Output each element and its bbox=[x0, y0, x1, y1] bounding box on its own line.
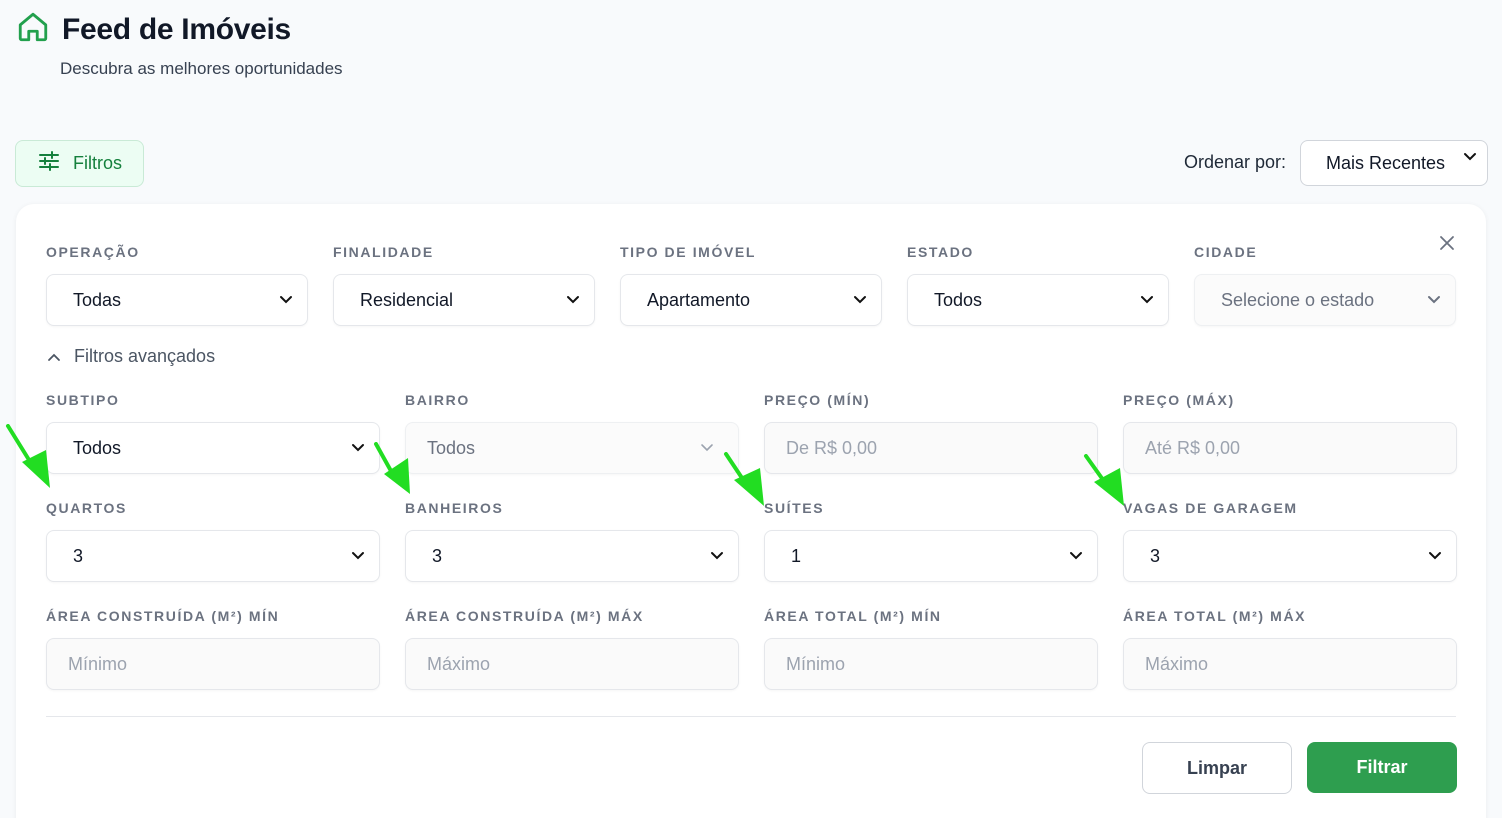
green-arrow-icon bbox=[724, 452, 764, 506]
finalidade-value: Residencial bbox=[360, 289, 454, 310]
filters-toggle-label: Filtros bbox=[73, 153, 122, 173]
banheiros-select[interactable]: 3 bbox=[405, 530, 739, 582]
area-total-max-placeholder: Máximo bbox=[1145, 653, 1209, 674]
area-total-min-input[interactable]: Mínimo bbox=[764, 638, 1098, 690]
sort-select[interactable]: Mais Recentes bbox=[1300, 140, 1488, 186]
operacao-value: Todas bbox=[73, 289, 122, 310]
panel-divider bbox=[46, 716, 1456, 717]
chevron-down-icon bbox=[352, 444, 364, 452]
cidade-label: CIDADE bbox=[1194, 244, 1258, 260]
tipo-label: TIPO DE IMÓVEL bbox=[620, 244, 756, 260]
bairro-value: Todos bbox=[427, 437, 476, 458]
advanced-filters-toggle[interactable]: Filtros avançados bbox=[46, 346, 215, 367]
home-icon bbox=[16, 10, 50, 49]
tipo-select[interactable]: Apartamento bbox=[620, 274, 882, 326]
cidade-select[interactable]: Selecione o estado bbox=[1194, 274, 1456, 326]
estado-value: Todos bbox=[934, 289, 983, 310]
chevron-down-icon bbox=[567, 296, 579, 304]
bairro-select[interactable]: Todos bbox=[405, 422, 739, 474]
close-icon[interactable] bbox=[1437, 233, 1457, 253]
area-construida-max-label: ÁREA CONSTRUÍDA (M²) MÁX bbox=[405, 608, 644, 624]
sliders-icon bbox=[37, 149, 61, 178]
filter-button[interactable]: Filtrar bbox=[1307, 742, 1457, 793]
estado-select[interactable]: Todos bbox=[907, 274, 1169, 326]
chevron-down-icon bbox=[1429, 552, 1441, 560]
subtipo-select[interactable]: Todos bbox=[46, 422, 380, 474]
quartos-select[interactable]: 3 bbox=[46, 530, 380, 582]
chevron-up-icon bbox=[48, 353, 60, 361]
preco-max-label: PREÇO (MÁX) bbox=[1123, 392, 1235, 408]
preco-max-placeholder: Até R$ 0,00 bbox=[1145, 437, 1241, 458]
subtipo-value: Todos bbox=[73, 437, 122, 458]
operacao-label: OPERAÇÃO bbox=[46, 244, 140, 260]
preco-min-placeholder: De R$ 0,00 bbox=[786, 437, 878, 458]
subtipo-label: SUBTIPO bbox=[46, 392, 120, 408]
operacao-select[interactable]: Todas bbox=[46, 274, 308, 326]
chevron-down-icon bbox=[1070, 552, 1082, 560]
area-construida-max-placeholder: Máximo bbox=[427, 653, 491, 674]
chevron-down-icon bbox=[1464, 153, 1476, 161]
tipo-value: Apartamento bbox=[647, 289, 751, 310]
page-header: Feed de Imóveis Descubra as melhores opo… bbox=[16, 10, 343, 79]
chevron-down-icon bbox=[280, 296, 292, 304]
area-total-min-label: ÁREA TOTAL (M²) MÍN bbox=[764, 608, 942, 624]
sort-label: Ordenar por: bbox=[1184, 152, 1287, 172]
preco-min-label: PREÇO (MÍN) bbox=[764, 392, 871, 408]
area-total-min-placeholder: Mínimo bbox=[786, 653, 846, 674]
green-arrow-icon bbox=[1084, 454, 1124, 506]
suites-value: 1 bbox=[791, 545, 802, 566]
quartos-label: QUARTOS bbox=[46, 500, 127, 516]
page-title: Feed de Imóveis bbox=[62, 12, 291, 46]
vagas-value: 3 bbox=[1150, 545, 1161, 566]
finalidade-select[interactable]: Residencial bbox=[333, 274, 595, 326]
filters-toggle-button[interactable]: Filtros bbox=[15, 140, 144, 187]
area-construida-min-label: ÁREA CONSTRUÍDA (M²) MÍN bbox=[46, 608, 280, 624]
suites-select[interactable]: 1 bbox=[764, 530, 1098, 582]
chevron-down-icon bbox=[711, 552, 723, 560]
chevron-down-icon bbox=[1141, 296, 1153, 304]
advanced-filters-label: Filtros avançados bbox=[74, 346, 216, 366]
bairro-label: BAIRRO bbox=[405, 392, 470, 408]
quartos-value: 3 bbox=[73, 545, 84, 566]
sort-select-value: Mais Recentes bbox=[1326, 152, 1446, 173]
chevron-down-icon bbox=[854, 296, 866, 304]
finalidade-label: FINALIDADE bbox=[333, 244, 434, 260]
banheiros-value: 3 bbox=[432, 545, 443, 566]
green-arrow-icon bbox=[6, 424, 50, 488]
vagas-label: VAGAS DE GARAGEM bbox=[1123, 500, 1298, 516]
chevron-down-icon bbox=[701, 444, 713, 452]
chevron-down-icon bbox=[1428, 296, 1440, 304]
vagas-select[interactable]: 3 bbox=[1123, 530, 1457, 582]
estado-label: ESTADO bbox=[907, 244, 974, 260]
area-total-max-input[interactable]: Máximo bbox=[1123, 638, 1457, 690]
clear-button[interactable]: Limpar bbox=[1142, 742, 1292, 794]
page-subtitle: Descubra as melhores oportunidades bbox=[60, 59, 343, 78]
area-construida-min-placeholder: Mínimo bbox=[68, 653, 128, 674]
green-arrow-icon bbox=[374, 442, 410, 494]
chevron-down-icon bbox=[352, 552, 364, 560]
cidade-value: Selecione o estado bbox=[1221, 289, 1375, 310]
area-total-max-label: ÁREA TOTAL (M²) MÁX bbox=[1123, 608, 1307, 624]
area-construida-min-input[interactable]: Mínimo bbox=[46, 638, 380, 690]
preco-min-input[interactable]: De R$ 0,00 bbox=[764, 422, 1098, 474]
preco-max-input[interactable]: Até R$ 0,00 bbox=[1123, 422, 1457, 474]
area-construida-max-input[interactable]: Máximo bbox=[405, 638, 739, 690]
